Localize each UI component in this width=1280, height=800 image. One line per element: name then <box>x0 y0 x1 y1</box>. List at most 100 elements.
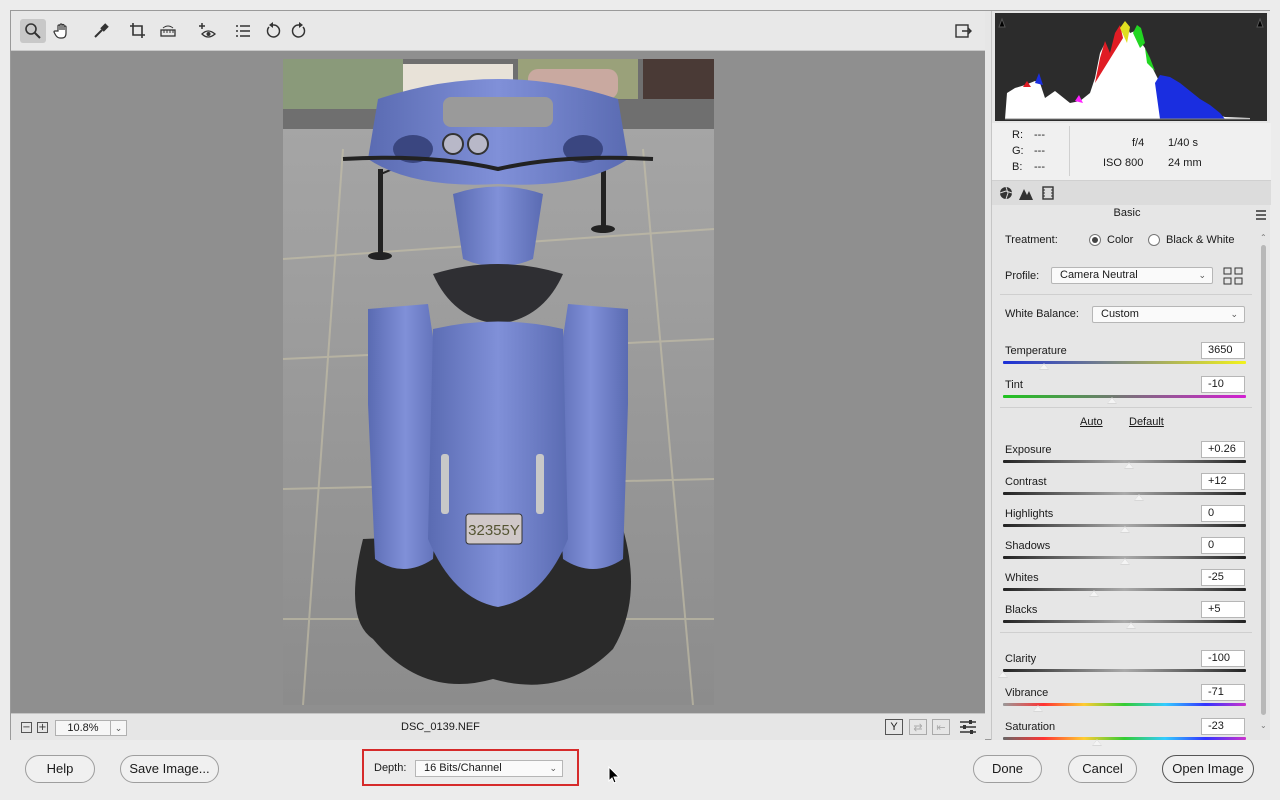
slider-tint-thumb[interactable] <box>1107 397 1118 404</box>
slider-saturation-track[interactable] <box>1003 737 1246 740</box>
scroll-down-icon[interactable]: ⌄ <box>1260 721 1267 730</box>
b-readout: B: --- <box>1012 161 1045 173</box>
chevron-down-icon: ⌄ <box>1230 309 1238 319</box>
divider <box>1000 407 1252 408</box>
slider-highlights-label: Highlights <box>1005 508 1054 520</box>
depth-label: Depth: <box>374 762 407 774</box>
straighten-icon[interactable] <box>155 19 181 43</box>
preview-settings-icon[interactable] <box>959 719 977 735</box>
zoom-icon[interactable] <box>20 19 46 43</box>
slider-vibrance-thumb[interactable] <box>1033 705 1044 712</box>
focal-length-value: 24 mm <box>1168 157 1202 169</box>
slider-clarity-label: Clarity <box>1005 653 1037 665</box>
slider-contrast-thumb[interactable] <box>1134 494 1145 501</box>
slider-tint-track[interactable] <box>1003 395 1246 398</box>
zoom-out-icon[interactable]: − <box>21 722 32 733</box>
slider-vibrance-label: Vibrance <box>1005 687 1049 699</box>
panel-scrollbar[interactable]: ⌃ ⌄ <box>1260 233 1267 733</box>
mouse-cursor-icon <box>608 765 621 787</box>
zoom-in-icon[interactable]: + <box>37 722 48 733</box>
slider-exposure-value-input[interactable]: +0.26 <box>1201 441 1245 458</box>
treatment-label: Treatment: <box>1005 234 1058 246</box>
crop-icon[interactable] <box>125 19 151 43</box>
slider-saturation-thumb[interactable] <box>1091 739 1102 746</box>
pixel-readout: R: --- G: --- B: --- f/4 1/40 s ISO 800 24 … <box>992 123 1271 181</box>
slider-temperature-thumb[interactable] <box>1039 363 1050 370</box>
hand-icon[interactable] <box>49 19 75 43</box>
panel-menu-icon[interactable] <box>1255 209 1267 220</box>
done-button[interactable]: Done <box>973 755 1042 783</box>
panel-tabs <box>992 181 1271 205</box>
slider-highlights-value-input[interactable]: 0 <box>1201 505 1245 522</box>
slider-whites-thumb[interactable] <box>1089 590 1100 597</box>
aperture-value: f/4 <box>1132 137 1145 149</box>
scrollbar-thumb[interactable] <box>1261 245 1266 715</box>
slider-saturation-value-input[interactable]: -23 <box>1201 718 1245 735</box>
fullscreen-icon[interactable] <box>950 19 976 43</box>
slider-clarity-value-input[interactable]: -100 <box>1201 650 1245 667</box>
g-readout: G: --- <box>1012 145 1045 157</box>
save-image-button[interactable]: Save Image... <box>120 755 219 783</box>
slider-whites-value-input[interactable]: -25 <box>1201 569 1245 586</box>
rotate-left-icon[interactable] <box>260 19 286 43</box>
chevron-down-icon: ⌄ <box>110 721 126 735</box>
scroll-up-icon[interactable]: ⌃ <box>1260 233 1267 242</box>
depth-highlight: Depth: 16 Bits/Channel ⌄ <box>362 749 579 786</box>
slider-temperature-value-input[interactable]: 3650 <box>1201 342 1245 359</box>
slider-clarity-track[interactable] <box>1003 669 1246 672</box>
slider-contrast-label: Contrast <box>1005 476 1047 488</box>
slider-contrast-track[interactable] <box>1003 492 1246 495</box>
slider-tint-value-input[interactable]: -10 <box>1201 376 1245 393</box>
preview-status-bar: − + 10.8% ⌄ DSC_0139.NEF Y ⇄ ⇤ <box>11 713 985 740</box>
filename-label: DSC_0139.NEF <box>401 721 480 733</box>
histogram <box>995 13 1267 121</box>
profile-browser-icon[interactable] <box>1223 267 1243 285</box>
slider-blacks-track[interactable] <box>1003 620 1246 623</box>
before-after-icon[interactable]: Y <box>885 719 903 735</box>
photo-preview: 32355Y <box>283 59 714 705</box>
depth-select[interactable]: 16 Bits/Channel ⌄ <box>415 760 563 777</box>
default-button[interactable]: Default <box>1129 416 1164 428</box>
help-button[interactable]: Help <box>25 755 95 783</box>
rotate-right-icon[interactable] <box>286 19 312 43</box>
chevron-down-icon: ⌄ <box>549 763 557 773</box>
swap-settings-icon[interactable]: ⇄ <box>909 719 927 735</box>
slider-clarity-thumb[interactable] <box>998 671 1008 678</box>
readout-divider <box>1069 126 1070 176</box>
profile-select[interactable]: Camera Neutral ⌄ <box>1051 267 1213 284</box>
slider-shadows-thumb[interactable] <box>1119 558 1130 565</box>
slider-highlights-thumb[interactable] <box>1119 526 1130 533</box>
slider-whites-track[interactable] <box>1003 588 1246 591</box>
right-panel: R: --- G: --- B: --- f/4 1/40 s ISO 800 24 … <box>991 11 1271 746</box>
treatment-color-label: Color <box>1107 234 1134 246</box>
slider-shadows-value-input[interactable]: 0 <box>1201 537 1245 554</box>
svg-text:32355Y: 32355Y <box>468 522 520 539</box>
slider-contrast-value-input[interactable]: +12 <box>1201 473 1245 490</box>
filmstrip-tab-icon[interactable] <box>1039 184 1057 202</box>
slider-temperature-label: Temperature <box>1005 345 1067 357</box>
shutter-value: 1/40 s <box>1168 137 1198 149</box>
zoom-level-select[interactable]: 10.8% ⌄ <box>55 720 127 736</box>
slider-blacks-value-input[interactable]: +5 <box>1201 601 1245 618</box>
r-readout: R: --- <box>1012 129 1045 141</box>
profile-label: Profile: <box>1005 270 1040 282</box>
white-balance-select[interactable]: Custom ⌄ <box>1092 306 1245 323</box>
red-eye-icon[interactable] <box>194 19 220 43</box>
auto-button[interactable]: Auto <box>1080 416 1103 428</box>
slider-exposure-thumb[interactable] <box>1124 462 1135 469</box>
treatment-bw-radio[interactable] <box>1148 234 1160 246</box>
basic-tab-icon[interactable] <box>997 184 1015 202</box>
slider-whites-label: Whites <box>1005 572 1039 584</box>
image-preview-area[interactable]: 32355Y <box>11 51 985 713</box>
slider-blacks-thumb[interactable] <box>1125 622 1136 629</box>
copy-settings-icon[interactable]: ⇤ <box>932 719 950 735</box>
open-image-button[interactable]: Open Image <box>1162 755 1254 783</box>
treatment-color-radio[interactable] <box>1089 234 1101 246</box>
presets-icon[interactable] <box>230 19 256 43</box>
slider-vibrance-value-input[interactable]: -71 <box>1201 684 1245 701</box>
iso-value: ISO 800 <box>1103 157 1144 169</box>
white-balance-icon[interactable] <box>88 19 114 43</box>
detail-tab-icon[interactable] <box>1017 184 1035 202</box>
cancel-button[interactable]: Cancel <box>1068 755 1137 783</box>
camera-raw-window: 32355Y − + 10.8% ⌄ DSC_0139.NEF Y ⇄ ⇤ R:… <box>10 10 1271 746</box>
